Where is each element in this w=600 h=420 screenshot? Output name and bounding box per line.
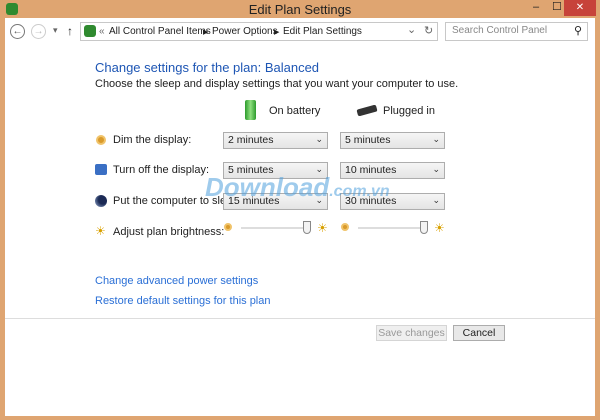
turn-off-display-label: Turn off the display: [113,164,209,176]
app-icon [6,3,18,15]
brightness-low-icon [224,223,232,231]
plugged-brightness-slider[interactable] [358,227,428,229]
breadcrumb-all-items[interactable]: All Control Panel Items [109,26,211,37]
brightness-icon: ☀ [95,224,106,238]
maximize-button[interactable]: ☐ [552,0,562,13]
dim-battery-select[interactable]: 2 minutes ⌄ [223,132,328,149]
chevron-down-icon: ⌄ [432,195,440,205]
dim-display-label: Dim the display: [113,134,192,146]
dim-display-icon [96,135,106,145]
breadcrumb-edit-plan[interactable]: Edit Plan Settings [283,26,362,37]
save-changes-button[interactable]: Save changes [376,325,447,341]
battery-icon [245,100,256,120]
selected-value: 2 minutes [228,134,274,146]
forward-button[interactable]: → [31,24,46,39]
chevron-right-icon: ▶ [274,29,280,36]
sleep-moon-icon [95,195,107,207]
brightness-label: Adjust plan brightness: [113,226,225,238]
cancel-button[interactable]: Cancel [453,325,505,341]
minimize-button[interactable]: – [533,1,539,13]
content-area [5,45,595,416]
divider [5,318,595,319]
change-advanced-settings-link[interactable]: Change advanced power settings [95,275,258,287]
column-on-battery: On battery [269,105,321,117]
breadcrumb-separator: « [99,26,105,37]
chevron-down-icon: ⌄ [432,164,440,174]
close-button[interactable]: ✕ [564,0,596,16]
brightness-low-icon [341,223,349,231]
selected-value: 5 minutes [345,134,391,146]
plugged-brightness-thumb[interactable] [420,221,428,234]
display-off-icon [95,164,107,175]
control-panel-icon [84,25,96,37]
search-input[interactable]: Search Control Panel [445,22,588,41]
chevron-down-icon: ⌄ [315,134,323,144]
refresh-button[interactable]: ↻ [424,24,433,37]
brightness-high-icon: ☀ [434,221,445,235]
back-button[interactable]: ← [10,24,25,39]
dim-plugged-select[interactable]: 5 minutes ⌄ [340,132,445,149]
breadcrumb-power-options[interactable]: Power Options [212,26,278,37]
chevron-down-icon: ⌄ [432,134,440,144]
battery-brightness-slider[interactable] [241,227,311,229]
restore-defaults-link[interactable]: Restore default settings for this plan [95,295,270,307]
battery-brightness-thumb[interactable] [303,221,311,234]
window-title: Edit Plan Settings [248,2,352,17]
search-icon: ⚲ [574,25,583,37]
column-plugged-in: Plugged in [383,105,435,117]
page-subtitle: Choose the sleep and display settings th… [95,78,459,90]
address-dropdown-icon[interactable]: ⌄ [407,23,416,36]
chevron-right-icon: ▶ [203,29,209,36]
page-title: Change settings for the plan: Balanced [95,60,320,75]
up-button[interactable]: ↑ [67,24,73,38]
brightness-high-icon: ☀ [317,221,328,235]
recent-pages-button[interactable]: ▾ [53,25,58,36]
watermark-logo: Download.com.vn [205,172,390,202]
